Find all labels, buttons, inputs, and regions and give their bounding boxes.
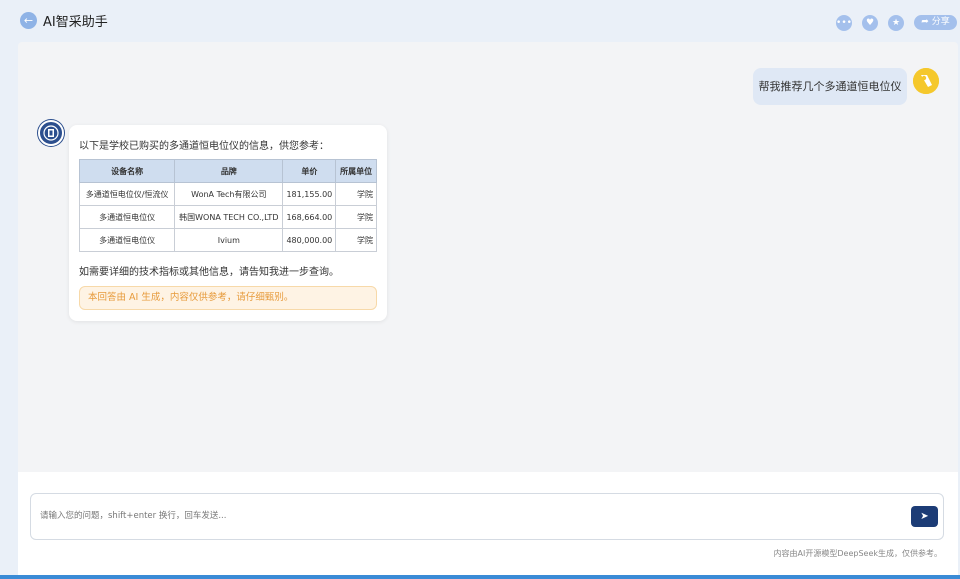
column-header: 设备名称 — [78, 159, 176, 183]
send-icon: ➤ — [920, 511, 929, 522]
user-avatar — [913, 68, 939, 94]
table-cell: 多通道恒电位仪 — [78, 205, 176, 229]
app-header: ← AI智采助手 ••• ♥ ★ ➦ 分享 — [0, 0, 960, 42]
table-cell: 学院 — [335, 228, 377, 252]
bottom-accent-line — [0, 575, 960, 579]
chat-input-box: ➤ — [30, 493, 944, 540]
bot-message-card: 以下是学校已购买的多通道恒电位仪的信息，供您参考： 设备名称 品牌 单价 所属单… — [69, 125, 387, 321]
table-row: 多通道恒电位仪 韩国WONA TECH CO.,LTD 168,664.00 学… — [78, 205, 377, 229]
table-cell: 480,000.00 — [282, 228, 337, 252]
table-cell: 181,155.00 — [282, 182, 337, 206]
back-arrow-icon[interactable]: ← — [20, 12, 37, 29]
chat-area: 帮我推荐几个多通道恒电位仪 以下是学校已购买的多通道恒电位仪的信息，供您参考： … — [18, 42, 958, 472]
table-header-row: 设备名称 品牌 单价 所属单位 — [78, 159, 377, 183]
table-row: 多通道恒电位仪 Ivium 480,000.00 学院 — [78, 228, 377, 252]
column-header: 所属单位 — [335, 159, 377, 183]
footer-note: 内容由AI开源模型DeepSeek生成，仅供参考。 — [773, 549, 942, 558]
table-cell: WonA Tech有限公司 — [174, 182, 284, 206]
table-row: 多通道恒电位仪/恒流仪 WonA Tech有限公司 181,155.00 学院 — [78, 182, 377, 206]
send-button[interactable]: ➤ — [911, 506, 938, 527]
table-cell: 多通道恒电位仪 — [78, 228, 176, 252]
share-label: 分享 — [931, 17, 950, 27]
more-icon[interactable]: ••• — [836, 15, 852, 31]
bot-avatar — [38, 120, 64, 146]
star-icon[interactable]: ★ — [888, 15, 904, 31]
share-button[interactable]: ➦ 分享 — [914, 15, 957, 30]
user-message: 帮我推荐几个多通道恒电位仪 — [753, 68, 907, 105]
table-cell: 多通道恒电位仪/恒流仪 — [78, 182, 176, 206]
share-icon: ➦ — [921, 17, 929, 27]
column-header: 品牌 — [174, 159, 284, 183]
chat-input[interactable] — [40, 507, 900, 525]
table-cell: 学院 — [335, 205, 377, 229]
purchase-table: 设备名称 品牌 单价 所属单位 多通道恒电位仪/恒流仪 WonA Tech有限公… — [78, 159, 377, 252]
heart-icon[interactable]: ♥ — [862, 15, 878, 31]
table-cell: 168,664.00 — [282, 205, 337, 229]
table-cell: 韩国WONA TECH CO.,LTD — [174, 205, 284, 229]
table-cell: 学院 — [335, 182, 377, 206]
ai-disclaimer-badge: 本回答由 AI 生成，内容仅供参考，请仔细甄别。 — [79, 286, 377, 310]
bot-intro-text: 以下是学校已购买的多通道恒电位仪的信息，供您参考： — [79, 141, 329, 152]
input-area: ➤ 内容由AI开源模型DeepSeek生成，仅供参考。 — [18, 472, 958, 575]
column-header: 单价 — [282, 159, 337, 183]
table-cell: Ivium — [174, 228, 284, 252]
bot-followup-text: 如需要详细的技术指标或其他信息，请告知我进一步查询。 — [79, 267, 339, 278]
app-title: AI智采助手 — [43, 15, 108, 30]
